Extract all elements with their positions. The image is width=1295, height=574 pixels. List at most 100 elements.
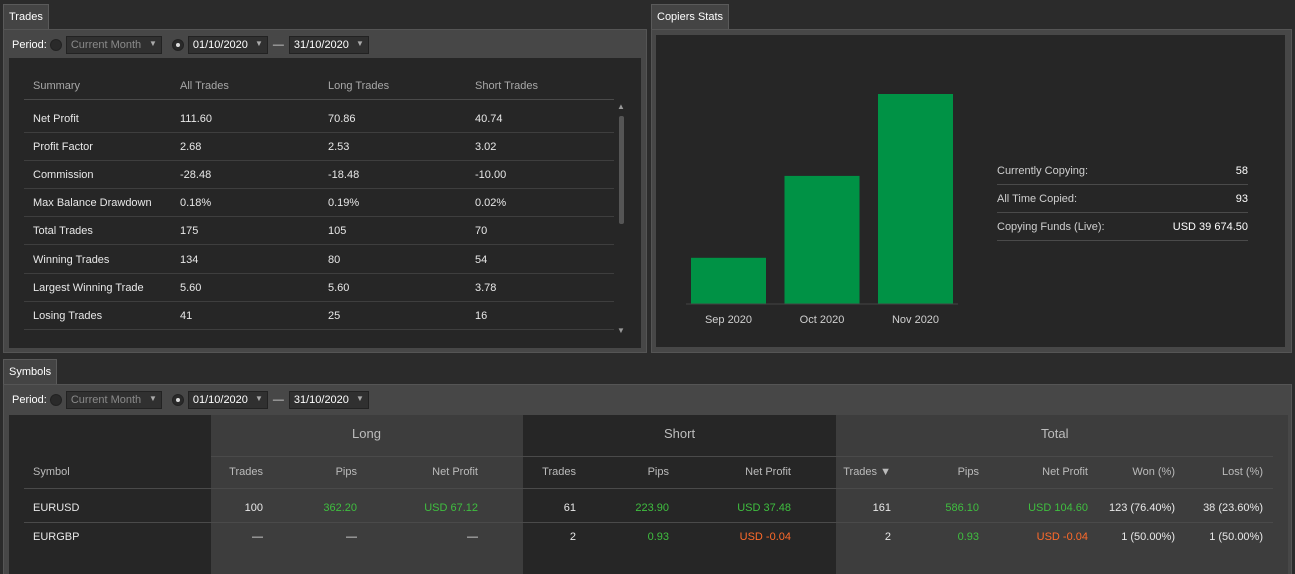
from-date-select[interactable]: 01/10/2020 ▼ (187, 36, 268, 54)
short-pips-cell: 223.90 (635, 502, 669, 514)
symbol-cell: EURUSD (33, 502, 80, 514)
from-date-value: 01/10/2020 (192, 39, 248, 51)
table-row: Profit Factor 2.68 2.53 3.02 (24, 133, 614, 161)
stat-value: 93 (1235, 192, 1248, 205)
table-row: Max Balance Drawdown 0.18% 0.19% 0.02% (24, 189, 614, 217)
cell-all: 41 (180, 309, 193, 322)
header-total-pips[interactable]: Pips (958, 466, 979, 478)
current-month-select[interactable]: Current Month ▼ (65, 36, 162, 54)
scroll-up-icon[interactable]: ▲ (617, 102, 625, 111)
total-pips-cell: 0.93 (957, 531, 979, 543)
chevron-down-icon: ▼ (148, 39, 157, 48)
header-total-trades-sorted[interactable]: Trades ▼ (843, 466, 891, 478)
lost-pct-cell: 1 (50.00%) (1209, 531, 1263, 543)
header-all-trades: All Trades (180, 79, 229, 92)
chevron-down-icon: ▼ (254, 394, 263, 403)
cell-short: 40.74 (475, 112, 503, 125)
table-row: Largest Winning Trade 5.60 5.60 3.78 (24, 274, 614, 302)
scroll-thumb[interactable] (619, 116, 624, 224)
row-label: Net Profit (33, 112, 79, 125)
tab-trades[interactable]: Trades (3, 4, 49, 29)
row-label: Losing Trades (33, 309, 103, 322)
period-label: Period: (12, 394, 47, 406)
header-won-pct[interactable]: Won (%) (1132, 466, 1175, 478)
current-month-radio[interactable] (49, 39, 62, 51)
to-date-value: 31/10/2020 (293, 394, 349, 406)
header-short-pips[interactable]: Pips (648, 466, 669, 478)
table-row: Losing Trades 41 25 16 (24, 302, 614, 330)
stat-label: All Time Copied: (997, 192, 1078, 205)
total-pips-cell: 586.10 (945, 502, 979, 514)
long-pips-cell: — (346, 531, 357, 543)
chevron-down-icon: ▼ (355, 39, 364, 48)
short-net-profit-cell: USD 37.48 (737, 502, 791, 514)
header-long-net-profit[interactable]: Net Profit (432, 466, 478, 478)
cell-all: 2.68 (180, 140, 202, 153)
to-date-value: 31/10/2020 (293, 39, 349, 51)
chevron-down-icon: ▼ (254, 39, 263, 48)
symbol-cell: EURGBP (33, 531, 80, 543)
stat-copying-funds: Copying Funds (Live): USD 39 674.50 (997, 213, 1248, 241)
to-date-select[interactable]: 31/10/2020 ▼ (288, 36, 369, 54)
cell-long: 80 (328, 253, 341, 266)
short-net-profit-cell: USD -0.04 (739, 531, 791, 543)
chevron-down-icon: ▼ (148, 394, 157, 403)
symbol-column-bg (9, 415, 211, 574)
trades-scrollbar[interactable]: ▲ ▼ (617, 102, 625, 336)
total-trades-cell: 161 (872, 502, 891, 514)
current-month-value: Current Month (70, 394, 142, 406)
cell-all: 111.60 (180, 112, 213, 125)
cell-all: 5.60 (180, 281, 202, 294)
cell-long: 25 (328, 309, 341, 322)
chart-bar-sep-2020 (691, 257, 766, 304)
cell-short: 16 (475, 309, 488, 322)
from-date-select[interactable]: 01/10/2020 ▼ (187, 391, 268, 409)
cell-long: 5.60 (328, 281, 350, 294)
row-label: Profit Factor (33, 140, 93, 153)
won-pct-cell: 1 (50.00%) (1121, 531, 1175, 543)
current-month-value: Current Month (70, 39, 142, 51)
symbols-period-bar: Period: Current Month ▼ 01/10/2020 ▼ — 3… (12, 390, 369, 410)
cell-short: 3.02 (475, 140, 497, 153)
header-long-pips[interactable]: Pips (336, 466, 357, 478)
row-label: Commission (33, 168, 94, 181)
date-separator: — (272, 39, 284, 51)
header-divider (24, 488, 1273, 489)
group-title-long: Long (352, 426, 381, 441)
header-total-net-profit[interactable]: Net Profit (1042, 466, 1088, 478)
custom-range-radio[interactable] (171, 39, 184, 51)
header-short-net-profit[interactable]: Net Profit (745, 466, 791, 478)
to-date-select[interactable]: 31/10/2020 ▼ (288, 391, 369, 409)
trades-period-bar: Period: Current Month ▼ 01/10/2020 ▼ — 3… (12, 35, 369, 55)
custom-range-radio[interactable] (171, 394, 184, 406)
date-separator: — (272, 394, 284, 406)
scroll-down-icon[interactable]: ▼ (617, 326, 625, 335)
current-month-radio[interactable] (49, 394, 62, 406)
total-trades-cell: 2 (884, 531, 891, 543)
total-net-profit-cell: USD 104.60 (1028, 502, 1088, 514)
long-net-profit-cell: — (467, 531, 478, 543)
short-trades-cell: 61 (563, 502, 576, 514)
current-month-select[interactable]: Current Month ▼ (65, 391, 162, 409)
lost-pct-cell: 38 (23.60%) (1203, 502, 1263, 514)
stat-value: 58 (1235, 164, 1248, 177)
stat-label: Copying Funds (Live): (997, 220, 1105, 233)
chevron-down-icon: ▼ (355, 394, 364, 403)
stat-label: Currently Copying: (997, 164, 1089, 177)
long-pips-cell: 362.20 (323, 502, 357, 514)
table-row: Total Trades 175 105 70 (24, 217, 614, 245)
table-row: Commission -28.48 -18.48 -10.00 (24, 161, 614, 189)
copiers-bar-chart: Sep 2020 Oct 2020 Nov 2020 (686, 94, 958, 326)
header-long-trades[interactable]: Trades (229, 466, 263, 478)
tab-symbols[interactable]: Symbols (3, 359, 58, 384)
chart-tick-label: Nov 2020 (892, 314, 939, 326)
table-row: Winning Trades 134 80 54 (24, 246, 614, 274)
header-lost-pct[interactable]: Lost (%) (1222, 466, 1263, 478)
cell-long: 0.19% (328, 196, 360, 209)
cell-all: -28.48 (180, 168, 212, 181)
cell-short: -10.00 (475, 168, 507, 181)
long-net-profit-cell: USD 67.12 (424, 502, 478, 514)
tab-copiers-stats[interactable]: Copiers Stats (651, 4, 730, 29)
from-date-value: 01/10/2020 (192, 394, 248, 406)
header-short-trades[interactable]: Trades (542, 466, 576, 478)
